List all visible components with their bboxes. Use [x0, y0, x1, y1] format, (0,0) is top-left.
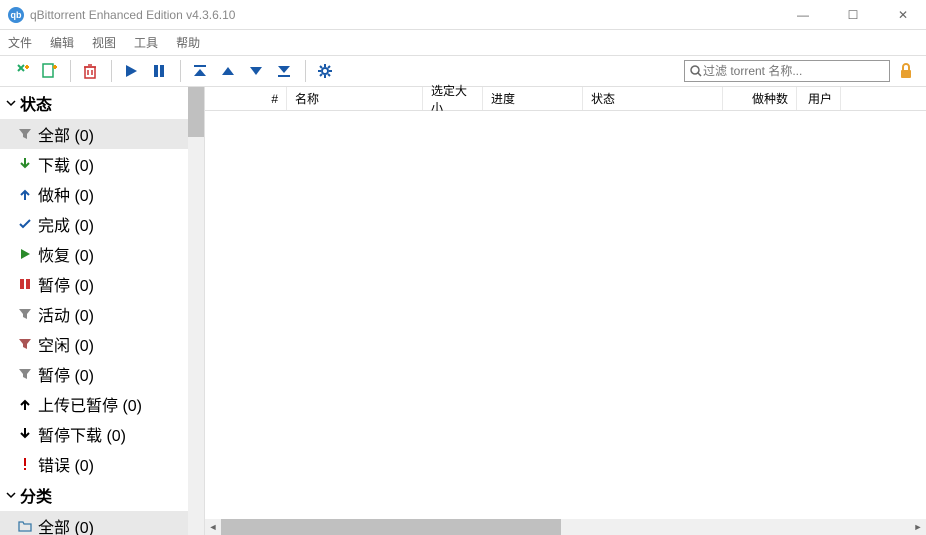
download-icon	[18, 157, 32, 171]
sidebar-item[interactable]: 下载 (0)	[0, 149, 188, 179]
sidebar-item-label: 错误 (0)	[38, 452, 94, 476]
chevron-down-icon	[6, 98, 16, 108]
arrow-down-black-icon	[18, 427, 32, 441]
maximize-button[interactable]: ☐	[838, 8, 868, 22]
minimize-button[interactable]: —	[788, 8, 818, 22]
menu-edit[interactable]: 编辑	[50, 34, 74, 51]
table-body	[205, 111, 926, 519]
sidebar-item[interactable]: 全部 (0)	[0, 119, 188, 149]
sidebar-item[interactable]: 空闲 (0)	[0, 329, 188, 359]
sidebar-item[interactable]: 完成 (0)	[0, 209, 188, 239]
sidebar-item-label: 全部 (0)	[38, 122, 94, 146]
play-icon	[18, 247, 32, 261]
sidebar-scrollbar[interactable]	[188, 87, 204, 535]
scroll-right-arrow[interactable]: ►	[910, 519, 926, 535]
sidebar-item[interactable]: 暂停 (0)	[0, 269, 188, 299]
search-icon	[689, 64, 703, 78]
content-area: #名称选定大小进度状态做种数用户 ◄ ►	[205, 87, 926, 535]
sidebar-item-label: 暂停下载 (0)	[38, 422, 126, 446]
column-header[interactable]: 用户	[797, 87, 841, 110]
lock-button[interactable]	[894, 59, 918, 83]
upload-icon	[18, 187, 32, 201]
sidebar-item[interactable]: 暂停 (0)	[0, 359, 188, 389]
scroll-left-arrow[interactable]: ◄	[205, 519, 221, 535]
chevron-down-icon	[6, 490, 16, 500]
move-up-button[interactable]	[215, 58, 241, 84]
pause-button[interactable]	[146, 58, 172, 84]
column-header[interactable]: #	[205, 87, 287, 110]
sidebar-item-label: 暂停 (0)	[38, 362, 94, 386]
sidebar-item-label: 空闲 (0)	[38, 332, 94, 356]
column-header[interactable]: 做种数	[723, 87, 797, 110]
sidebar-item-label: 全部 (0)	[38, 514, 94, 535]
sidebar-item[interactable]: 活动 (0)	[0, 299, 188, 329]
delete-button[interactable]	[77, 58, 103, 84]
menu-view[interactable]: 视图	[92, 34, 116, 51]
sidebar-item[interactable]: 上传已暂停 (0)	[0, 389, 188, 419]
horizontal-scrollbar[interactable]: ◄ ►	[205, 519, 926, 535]
sidebar-item-label: 暂停 (0)	[38, 272, 94, 296]
sidebar-item-label: 恢复 (0)	[38, 242, 94, 266]
filter-active-icon	[18, 307, 32, 321]
menu-file[interactable]: 文件	[8, 34, 32, 51]
section-label: 状态	[20, 91, 52, 115]
settings-button[interactable]	[312, 58, 338, 84]
menubar: 文件 编辑 视图 工具 帮助	[0, 30, 926, 55]
add-torrent-file-button[interactable]	[36, 58, 62, 84]
column-header[interactable]: 名称	[287, 87, 423, 110]
filter-all-icon	[18, 127, 32, 141]
error-icon	[18, 457, 32, 471]
search-box[interactable]	[684, 60, 890, 82]
move-top-button[interactable]	[187, 58, 213, 84]
sidebar-item[interactable]: 错误 (0)	[0, 449, 188, 479]
arrow-up-black-icon	[18, 397, 32, 411]
sidebar-section-header[interactable]: 分类	[0, 479, 188, 511]
folder-icon	[18, 519, 32, 533]
sidebar-item-label: 上传已暂停 (0)	[38, 392, 142, 416]
column-header[interactable]: 状态	[583, 87, 723, 110]
sidebar-item-label: 下载 (0)	[38, 152, 94, 176]
column-header[interactable]: 选定大小	[423, 87, 483, 110]
sidebar-item[interactable]: 恢复 (0)	[0, 239, 188, 269]
window-title: qBittorrent Enhanced Edition v4.3.6.10	[30, 8, 788, 22]
app-icon: qb	[8, 7, 24, 23]
titlebar: qb qBittorrent Enhanced Edition v4.3.6.1…	[0, 0, 926, 30]
sidebar-item[interactable]: 全部 (0)	[0, 511, 188, 535]
search-input[interactable]	[703, 64, 885, 78]
filter-stale-icon	[18, 367, 32, 381]
check-icon	[18, 217, 32, 231]
menu-tools[interactable]: 工具	[134, 34, 158, 51]
resume-button[interactable]	[118, 58, 144, 84]
pause-icon	[18, 277, 32, 291]
add-torrent-link-button[interactable]	[8, 58, 34, 84]
sidebar-section-header[interactable]: 状态	[0, 87, 188, 119]
sidebar: 状态全部 (0) 下载 (0) 做种 (0) 完成 (0) 恢复 (0) 暂停 (0) 活动…	[0, 87, 205, 535]
close-button[interactable]: ✕	[888, 8, 918, 22]
sidebar-item-label: 完成 (0)	[38, 212, 94, 236]
sidebar-item-label: 活动 (0)	[38, 302, 94, 326]
sidebar-item[interactable]: 暂停下载 (0)	[0, 419, 188, 449]
section-label: 分类	[20, 483, 52, 507]
table-header: #名称选定大小进度状态做种数用户	[205, 87, 926, 111]
sidebar-item-label: 做种 (0)	[38, 182, 94, 206]
sidebar-item[interactable]: 做种 (0)	[0, 179, 188, 209]
filter-idle-icon	[18, 337, 32, 351]
move-bottom-button[interactable]	[271, 58, 297, 84]
column-header[interactable]: 进度	[483, 87, 583, 110]
move-down-button[interactable]	[243, 58, 269, 84]
menu-help[interactable]: 帮助	[176, 34, 200, 51]
